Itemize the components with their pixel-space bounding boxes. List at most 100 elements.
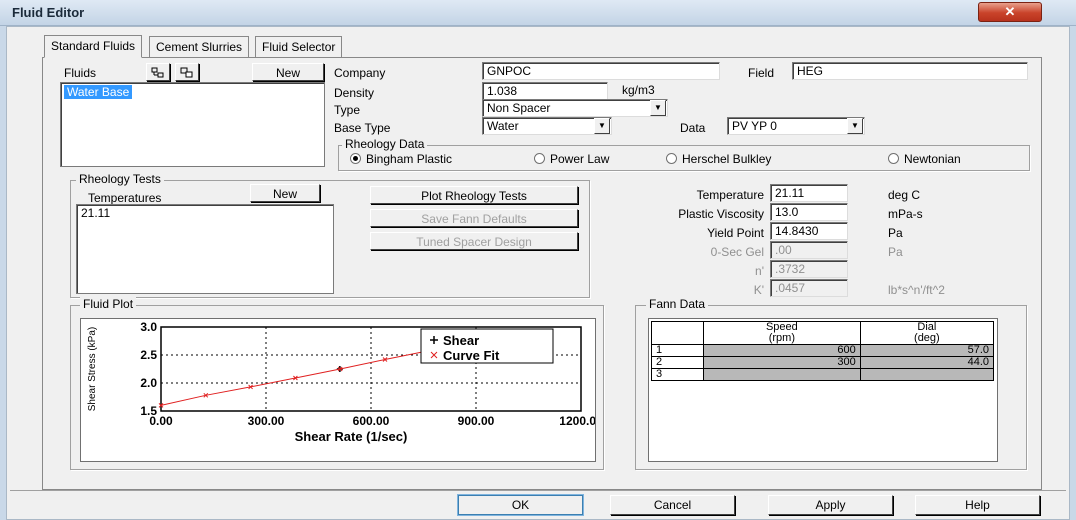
footer-divider: [10, 490, 1066, 491]
base-type-select[interactable]: Water ▼: [482, 117, 612, 135]
table-row[interactable]: 2 300 44.0: [651, 356, 995, 369]
field-label: Field: [748, 66, 775, 80]
yield-point-field[interactable]: 14.8430: [770, 222, 848, 240]
y-tick-label: 2.0: [140, 376, 157, 390]
temperatures-list[interactable]: 21.11: [76, 204, 334, 294]
fann-table[interactable]: Speed (rpm) Dial (deg) 1 600 57.0 2 300 44…: [651, 321, 995, 381]
dial-cell[interactable]: [859, 368, 995, 381]
temperature-field[interactable]: 21.11: [770, 184, 848, 202]
row-number: 2: [651, 356, 704, 369]
k-prime-label: K': [753, 283, 764, 297]
radio-bingham[interactable]: [350, 153, 361, 164]
yield-point-unit: Pa: [888, 226, 903, 240]
table-row[interactable]: 1 600 57.0: [651, 344, 995, 357]
type-label: Type: [334, 103, 361, 117]
copy-fluid-icon: [180, 67, 193, 78]
chevron-down-icon[interactable]: ▼: [594, 118, 610, 134]
x-axis-label: Shear Rate (1/sec): [295, 429, 408, 444]
plastic-viscosity-field[interactable]: 13.0: [770, 203, 848, 221]
company-label: Company: [334, 66, 386, 80]
k-prime-field[interactable]: .0457: [770, 279, 848, 297]
delete-fluid-button[interactable]: [146, 63, 170, 81]
tab-fluid-selector[interactable]: Fluid Selector: [255, 36, 343, 58]
rheology-data-title: Rheology Data: [342, 137, 428, 151]
row-number: 3: [651, 368, 704, 381]
radio-power-law[interactable]: [534, 153, 545, 164]
base-type-label: Base Type: [334, 121, 391, 135]
tuned-spacer-design-button[interactable]: Tuned Spacer Design: [370, 232, 578, 250]
speed-header-unit: (rpm): [768, 332, 796, 344]
speed-column-header: Speed (rpm): [703, 321, 861, 345]
delete-fluid-icon: [151, 67, 164, 78]
y-tick-label: 1.5: [140, 404, 157, 418]
dial-cell[interactable]: 57.0: [859, 344, 995, 357]
fluid-plot-area: 0.00300.00600.00900.001200.001.52.02.53.…: [80, 318, 596, 462]
temperatures-label: Temperatures: [88, 191, 162, 205]
apply-button[interactable]: Apply: [768, 495, 893, 515]
temperature-unit: deg C: [888, 188, 921, 202]
y-axis-label: Shear Stress (kPa): [87, 327, 98, 411]
yield-point-label: Yield Point: [707, 226, 764, 240]
save-fann-defaults-button[interactable]: Save Fann Defaults: [370, 209, 578, 227]
close-button[interactable]: ✕: [978, 2, 1042, 22]
legend-label: Shear: [443, 333, 479, 348]
dial-cell[interactable]: 44.0: [859, 356, 995, 369]
gel-label: 0-Sec Gel: [710, 245, 764, 259]
table-row[interactable]: 3: [651, 368, 995, 381]
speed-cell[interactable]: 300: [703, 356, 861, 369]
n-prime-field[interactable]: .3732: [770, 260, 848, 278]
x-tick-label: 900.00: [458, 414, 495, 428]
data-label: Data: [680, 121, 706, 135]
x-tick-label: 600.00: [353, 414, 390, 428]
list-item[interactable]: Water Base: [64, 85, 133, 99]
list-item[interactable]: 21.11: [81, 206, 110, 220]
company-field[interactable]: GNPOC: [482, 62, 720, 80]
new-test-button[interactable]: New: [250, 184, 320, 202]
new-test-label: New: [272, 187, 297, 201]
x-tick-label: 300.00: [248, 414, 285, 428]
new-fluid-label: New: [275, 66, 300, 80]
fann-data-grid[interactable]: Speed (rpm) Dial (deg) 1 600 57.0 2 300 44…: [648, 318, 998, 462]
plastic-viscosity-label: Plastic Viscosity: [678, 207, 764, 221]
help-button[interactable]: Help: [915, 495, 1040, 515]
field-name-field[interactable]: HEG: [792, 62, 1028, 80]
speed-cell[interactable]: 600: [703, 344, 861, 357]
temperature-label: Temperature: [696, 188, 764, 202]
radio-newtonian[interactable]: [888, 153, 899, 164]
radio-selected-icon: [350, 153, 361, 164]
radio-label-newtonian[interactable]: Newtonian: [904, 152, 961, 166]
legend-label: Curve Fit: [443, 348, 500, 363]
n-prime-label: n': [755, 264, 764, 278]
data-select[interactable]: PV YP 0 ▼: [727, 117, 865, 135]
rheology-tests-title: Rheology Tests: [76, 172, 164, 186]
density-unit: kg/m3: [622, 83, 655, 97]
fluid-plot-title: Fluid Plot: [80, 297, 137, 311]
gel-unit: Pa: [888, 245, 903, 259]
type-select[interactable]: Non Spacer ▼: [482, 99, 668, 117]
chevron-down-icon[interactable]: ▼: [847, 118, 863, 134]
y-tick-label: 3.0: [140, 320, 157, 334]
speed-cell[interactable]: [703, 368, 861, 381]
density-field[interactable]: 1.038: [482, 82, 608, 100]
fluids-label: Fluids: [64, 66, 97, 80]
fluids-list[interactable]: Water Base: [60, 82, 325, 167]
tab-cement-slurries[interactable]: Cement Slurries: [149, 36, 250, 58]
gel-field[interactable]: .00: [770, 241, 848, 259]
chevron-down-icon[interactable]: ▼: [650, 100, 666, 116]
new-fluid-button[interactable]: New: [252, 63, 324, 81]
shear-stress-chart: 0.00300.00600.00900.001200.001.52.02.53.…: [87, 320, 595, 444]
radio-label-bingham[interactable]: Bingham Plastic: [366, 152, 452, 166]
plot-rheology-tests-button[interactable]: Plot Rheology Tests: [370, 186, 578, 204]
radio-herschel-bulkley[interactable]: [666, 153, 677, 164]
copy-fluid-button[interactable]: [175, 63, 199, 81]
tab-label: Standard Fluids: [51, 39, 136, 53]
type-value: Non Spacer: [487, 101, 551, 115]
tab-label: Cement Slurries: [156, 40, 243, 54]
data-value: PV YP 0: [732, 119, 777, 133]
dial-column-header: Dial (deg): [859, 321, 995, 345]
cancel-button[interactable]: Cancel: [610, 495, 735, 515]
radio-label-power-law[interactable]: Power Law: [550, 152, 609, 166]
radio-label-herschel-bulkley[interactable]: Herschel Bulkley: [682, 152, 771, 166]
ok-button[interactable]: OK: [458, 495, 583, 515]
tab-standard-fluids[interactable]: Standard Fluids: [44, 35, 143, 58]
